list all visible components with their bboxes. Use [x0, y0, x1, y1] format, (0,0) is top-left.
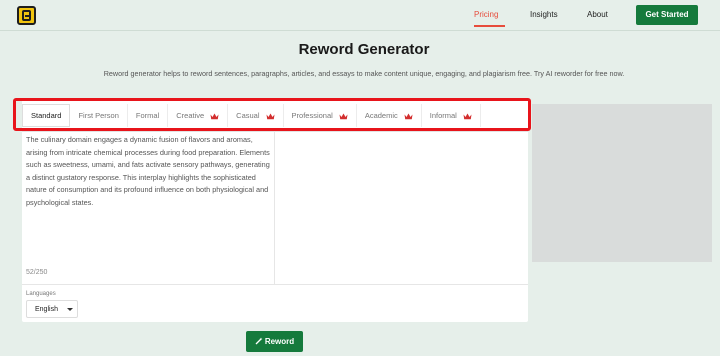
nav-link-pricing[interactable]: Pricing: [474, 10, 498, 19]
page-title: Reword Generator: [298, 41, 430, 58]
language-select[interactable]: English: [26, 300, 78, 318]
page-subtitle: Reword generator helps to reword sentenc…: [103, 69, 625, 78]
input-text[interactable]: The culinary domain engages a dynamic fu…: [26, 134, 272, 210]
magic-wand-icon: [255, 337, 263, 347]
nav-link-about[interactable]: About: [587, 10, 608, 19]
ad-placeholder: [532, 104, 712, 262]
language-value: English: [35, 305, 58, 313]
active-nav-indicator: [474, 25, 505, 27]
input-pane[interactable]: The culinary domain engages a dynamic fu…: [22, 132, 275, 284]
chevron-down-icon: [67, 308, 73, 311]
site-header: Pricing Insights About Get Started: [0, 0, 720, 30]
output-pane: [276, 132, 528, 284]
reword-label: Reword: [264, 337, 295, 346]
logo-icon[interactable]: [17, 6, 36, 25]
char-count: 52/250: [26, 269, 48, 276]
reword-button[interactable]: Reword: [246, 331, 303, 352]
header-divider: [0, 30, 720, 31]
nav-link-insights[interactable]: Insights: [530, 10, 558, 19]
languages-label: Languages: [26, 291, 56, 297]
pane-divider: [22, 284, 528, 285]
get-started-button[interactable]: Get Started: [636, 5, 698, 25]
tabs-highlight-box: [13, 98, 531, 131]
